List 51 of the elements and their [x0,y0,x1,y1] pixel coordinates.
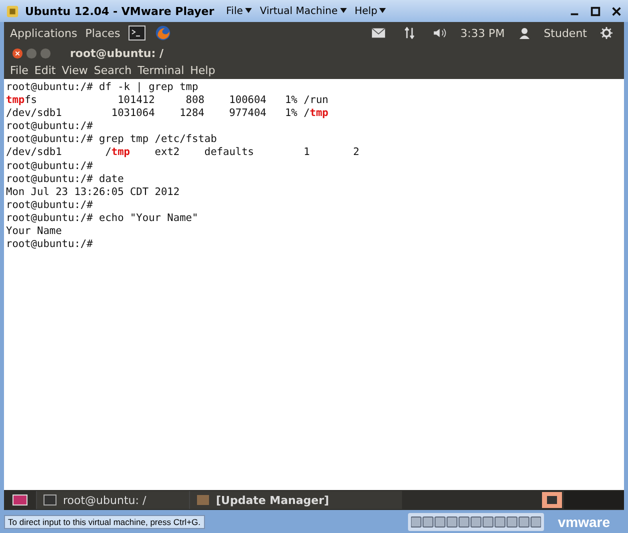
package-icon [196,494,210,506]
panel-menu-item[interactable]: Applications [10,26,78,40]
desktop-icon[interactable] [12,494,28,506]
vmware-logo: vmware [558,514,610,530]
menu-item[interactable]: Search [94,64,132,77]
close-icon[interactable] [12,48,23,58]
clock[interactable]: 3:33 PM [460,26,505,40]
terminal-line: root@ubuntu:/# [6,160,93,173]
volume-icon[interactable] [433,27,448,39]
mail-icon[interactable] [371,27,386,39]
close-icon[interactable] [611,6,622,16]
terminal-icon[interactable] [128,25,146,41]
panel-menu-item[interactable]: Places [85,26,120,40]
terminal-line: root@ubuntu:/# date [6,172,124,186]
window-title: root@ubuntu: / [70,46,164,60]
terminal-line: root@ubuntu:/# grep tmp /etc/fstab [6,133,217,146]
workspace-icon[interactable] [542,492,562,508]
terminal-line: root@ubuntu:/# df -k | grep tmp [6,81,198,94]
taskbar-button[interactable]: [Update Manager] [189,491,402,509]
terminal-line: /dev/sdb1 /tmp ext2 defaults 1 2 [6,146,360,160]
terminal-line: root@ubuntu:/# echo "Your Name" [6,212,198,226]
menu-item[interactable]: View [62,64,88,77]
workspace-switcher[interactable] [564,491,624,509]
window-title: Ubuntu 12.04 - VMware Player [25,4,214,18]
menu-item[interactable]: Terminal [138,64,184,77]
settings-icon[interactable] [599,27,614,39]
caret-icon [244,8,252,13]
terminal-line: root@ubuntu:/# [6,238,93,252]
terminal-icon [43,494,57,506]
terminal-line: root@ubuntu:/# [6,198,93,212]
menu-item[interactable]: Help [354,6,388,16]
terminal-line: root@ubuntu:/# [6,120,93,134]
terminal-line: Mon Jul 23 13:26:05 CDT 2012 [6,186,180,199]
device-icons[interactable] [408,512,544,530]
taskbar-button[interactable]: root@ubuntu: / [36,491,189,509]
menu-item[interactable]: File [226,6,254,16]
terminal-line: Your Name [6,225,62,238]
browser-icon[interactable] [154,25,172,41]
menu-item[interactable]: File [10,64,28,77]
terminal-line: /dev/sdb1 1031064 1284 977404 1% /tmp [6,107,328,120]
maximize-icon[interactable] [590,6,601,16]
menu-item[interactable]: Virtual Machine [260,6,349,16]
user-name[interactable]: Student [544,26,587,40]
app-icon [6,4,19,18]
terminal-line: tmpfs 101412 808 100604 1% /run [6,94,328,108]
menu-item[interactable]: Edit [34,64,56,77]
caret-icon [379,8,386,13]
menu-item[interactable]: Help [190,64,216,77]
user-icon[interactable] [516,27,532,39]
caret-icon [340,8,347,13]
status-hint: To direct input to this virtual machine, press Ctrl+G. [4,514,205,528]
